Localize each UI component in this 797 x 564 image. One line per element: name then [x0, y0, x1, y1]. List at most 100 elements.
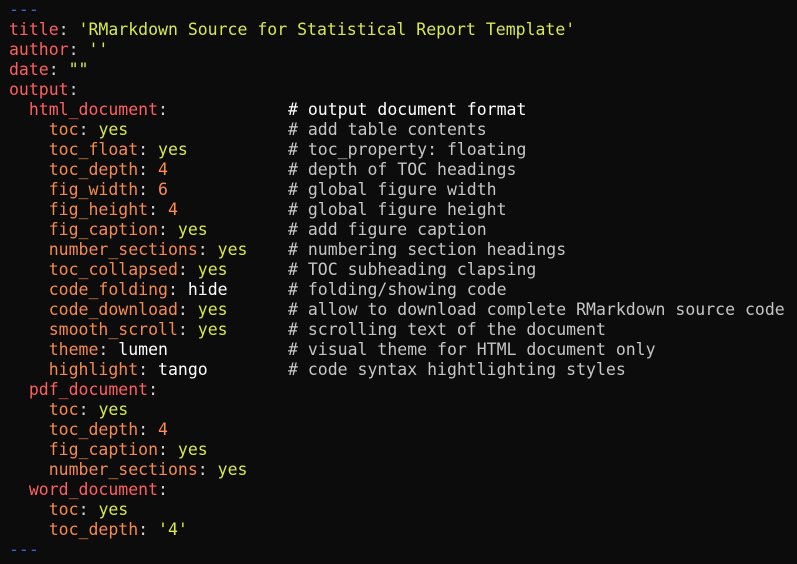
yaml-key: html_document — [28, 100, 159, 119]
yaml-key: toc_depth — [48, 160, 139, 179]
punctuation: : — [197, 460, 218, 479]
yaml-value: yes — [177, 440, 208, 459]
punctuation: : — [158, 220, 178, 239]
code-line[interactable]: number_sections: yes — [9, 460, 797, 480]
code-line[interactable]: toc_depth: 4 # depth of TOC headings — [9, 160, 797, 180]
yaml-key: title — [9, 20, 59, 39]
code-line[interactable]: toc: yes — [9, 400, 797, 420]
yaml-key: author — [9, 40, 69, 59]
yaml-key: theme — [48, 340, 99, 359]
code-line[interactable]: toc_float: yes # toc_property: floating — [9, 140, 797, 160]
punctuation — [9, 400, 49, 419]
yaml-value: "" — [68, 60, 89, 79]
code-line[interactable]: fig_caption: yes — [9, 440, 797, 460]
code-line[interactable]: number_sections: yes # numbering section … — [9, 240, 797, 260]
code-line[interactable]: output: — [9, 80, 797, 100]
code-line[interactable]: date: "" — [9, 60, 797, 80]
code-line[interactable]: toc_collapsed: yes # TOC subheading claps… — [9, 260, 797, 280]
code-line[interactable]: pdf_document: — [9, 380, 797, 400]
punctuation — [9, 360, 49, 379]
code-line[interactable]: toc_depth: '4' — [9, 520, 797, 540]
code-line[interactable]: word_document: — [9, 480, 797, 500]
code-line[interactable]: html_document: # output document format — [9, 100, 797, 120]
yaml-key: fig_caption — [48, 440, 159, 459]
punctuation: : — [98, 340, 119, 359]
yaml-value: yes — [158, 140, 188, 159]
yaml-comment: # visual theme for HTML document only — [288, 340, 656, 359]
code-line[interactable]: fig_width: 6 # global figure width — [9, 180, 797, 200]
punctuation: : — [177, 320, 198, 339]
yaml-value: yes — [98, 120, 129, 139]
punctuation — [9, 320, 49, 339]
punctuation: : — [138, 140, 159, 159]
punctuation — [9, 160, 49, 179]
punctuation: : — [58, 20, 79, 39]
yaml-value: 4 — [158, 420, 168, 439]
punctuation: : — [158, 440, 178, 459]
code-line[interactable]: title: 'RMarkdown Source for Statistical… — [9, 20, 797, 40]
punctuation: : — [78, 120, 99, 139]
yaml-value: '' — [88, 40, 109, 59]
code-line[interactable]: toc: yes # add table contents — [9, 120, 797, 140]
yaml-editor[interactable]: --- title: 'RMarkdown Source for Statisti… — [0, 0, 797, 564]
code-line[interactable]: theme: lumen # visual theme for HTML docu… — [9, 340, 797, 360]
yaml-key: toc_collapsed — [48, 260, 178, 279]
code-line[interactable]: code_folding: hide # folding/showing code — [9, 280, 797, 300]
yaml-key: date — [9, 60, 49, 79]
punctuation — [9, 460, 49, 479]
punctuation — [9, 380, 29, 399]
yaml-comment: # allow to download complete RMarkdown s… — [288, 300, 785, 319]
punctuation — [9, 480, 29, 499]
punctuation: : — [68, 40, 89, 59]
code-line[interactable]: --- — [9, 0, 797, 20]
yaml-comment: # global figure height — [288, 200, 507, 219]
yaml-value: yes — [197, 320, 228, 339]
yaml-value: yes — [197, 300, 228, 319]
code-line[interactable]: toc: yes — [9, 500, 797, 520]
code-line[interactable]: author: '' — [9, 40, 797, 60]
punctuation: : — [158, 480, 168, 499]
punctuation: : — [197, 240, 218, 259]
yaml-value: 4 — [167, 200, 178, 219]
yaml-value: yes — [98, 400, 129, 419]
yaml-key: toc — [48, 500, 79, 519]
yaml-key: fig_width — [48, 180, 139, 199]
punctuation — [9, 500, 49, 519]
punctuation: : — [48, 60, 69, 79]
yaml-key: number_sections — [48, 460, 198, 479]
punctuation: : — [148, 200, 168, 219]
yaml-value: lumen — [118, 340, 168, 359]
punctuation — [9, 140, 49, 159]
code-line[interactable]: fig_height: 4 # global figure height — [9, 200, 797, 220]
punctuation — [9, 520, 49, 539]
punctuation — [9, 280, 49, 299]
punctuation — [9, 200, 49, 219]
code-line[interactable]: smooth_scroll: yes # scrolling text of th… — [9, 320, 797, 340]
code-line[interactable]: highlight: tango # code syntax hightlight… — [9, 360, 797, 380]
punctuation: : — [158, 100, 168, 119]
punctuation: : — [138, 360, 159, 379]
yaml-key: output — [9, 80, 69, 99]
yaml-value: '4' — [158, 520, 188, 539]
yaml-key: toc_depth — [48, 420, 139, 439]
yaml-value: tango — [158, 360, 208, 379]
yaml-key: toc — [48, 400, 79, 419]
yaml-value: 6 — [158, 180, 168, 199]
yaml-separator: --- — [9, 0, 39, 19]
punctuation — [9, 120, 49, 139]
punctuation — [9, 420, 49, 439]
yaml-value: yes — [98, 500, 129, 519]
yaml-key: code_folding — [48, 280, 168, 299]
code-line[interactable]: fig_caption: yes # add figure caption — [9, 220, 797, 240]
code-line[interactable]: code_download: yes # allow to download co… — [9, 300, 797, 320]
yaml-separator: --- — [9, 540, 39, 559]
punctuation: : — [68, 80, 79, 99]
punctuation: : — [78, 500, 99, 519]
yaml-value: 4 — [158, 160, 168, 179]
code-line[interactable]: toc_depth: 4 — [9, 420, 797, 440]
code-line[interactable]: --- — [9, 540, 797, 560]
yaml-comment: # numbering section headings — [288, 240, 567, 259]
yaml-key: word_document — [28, 480, 159, 499]
punctuation: : — [177, 300, 198, 319]
punctuation — [9, 440, 49, 459]
